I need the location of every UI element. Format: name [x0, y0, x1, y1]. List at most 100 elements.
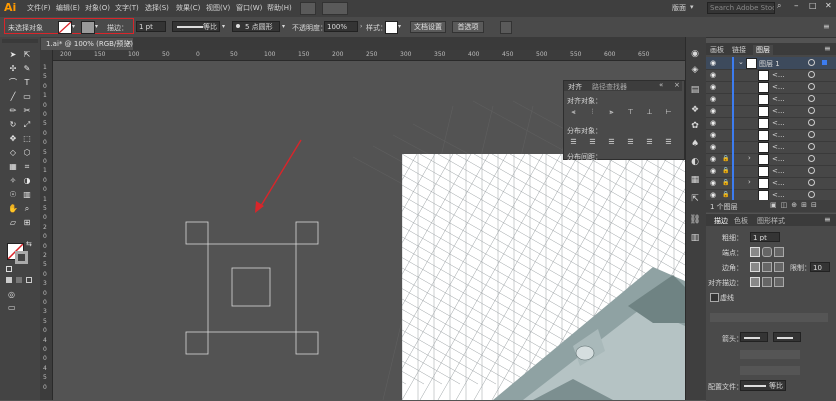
dist-top-icon[interactable]: ☰	[569, 138, 578, 146]
dist-hcenter-icon[interactable]: ☰	[645, 138, 654, 146]
document-setup-button[interactable]: 文档设置	[410, 21, 446, 33]
arrow-scale-fields[interactable]	[740, 350, 800, 359]
layer-name[interactable]: <...	[772, 155, 785, 163]
layer-name[interactable]: <...	[772, 119, 785, 127]
preferences-button[interactable]: 首选项	[452, 21, 484, 33]
tab-stroke[interactable]: 描边	[714, 216, 728, 226]
menu-window[interactable]: 窗口(W)	[236, 3, 262, 13]
tab-align[interactable]: 对齐	[568, 82, 582, 92]
appearance-icon[interactable]: ❖	[689, 104, 701, 116]
dist-bottom-icon[interactable]: ☰	[607, 138, 616, 146]
align-left-icon[interactable]: ⫷	[569, 108, 578, 116]
menu-file[interactable]: 文件(F)	[27, 3, 51, 13]
menu-view[interactable]: 视图(V)	[206, 3, 230, 13]
menu-object[interactable]: 对象(O)	[85, 3, 110, 13]
curvature-tool-icon[interactable]: T	[22, 78, 32, 87]
maximize-icon[interactable]: □	[809, 1, 817, 10]
default-colors-icon[interactable]	[6, 266, 12, 272]
target-icon[interactable]	[808, 179, 815, 186]
target-icon[interactable]	[808, 59, 815, 66]
target-icon[interactable]	[808, 83, 815, 90]
blend-tool-icon[interactable]: ▥	[22, 190, 32, 199]
visibility-eye-icon[interactable]: ◉	[710, 154, 719, 164]
dist-left-icon[interactable]: ☰	[626, 138, 635, 146]
layer-name[interactable]: <...	[772, 71, 785, 79]
direct-selection-tool-icon[interactable]: ⇱	[22, 50, 32, 59]
swap-colors-icon[interactable]: ⇆	[26, 240, 32, 248]
profile-select[interactable]: 等比	[740, 380, 786, 391]
chevron-right-icon[interactable]: ›	[360, 23, 362, 30]
menu-select[interactable]: 选择(S)	[145, 3, 169, 13]
layer-name[interactable]: <...	[772, 167, 785, 175]
variable-width-profile[interactable]: 等比	[172, 21, 220, 32]
transparency-icon[interactable]: ◐	[689, 156, 701, 168]
pencil-icon[interactable]: ↻	[8, 120, 18, 129]
close-tab-icon[interactable]: ×	[126, 39, 132, 47]
projecting-cap-icon[interactable]	[774, 247, 784, 257]
tab-layers[interactable]: 图层	[753, 45, 773, 55]
graphic-style-swatch[interactable]	[385, 21, 398, 34]
paintbrush-icon[interactable]: ✂	[22, 106, 32, 115]
target-icon[interactable]	[808, 131, 815, 138]
round-join-icon[interactable]	[762, 262, 772, 272]
align-center-icon[interactable]	[750, 277, 760, 287]
close-panel-icon[interactable]: ×	[674, 81, 680, 89]
target-icon[interactable]	[808, 95, 815, 102]
align-bottom-icon[interactable]: ⊢	[664, 108, 673, 116]
bridge-button[interactable]	[300, 2, 316, 15]
properties-icon[interactable]: ▤	[689, 84, 701, 96]
selection-tool-icon[interactable]: ➤	[8, 50, 18, 59]
layer-name[interactable]: <...	[772, 95, 785, 103]
stroke-weight-input[interactable]: 1 pt	[136, 21, 166, 32]
lock-icon[interactable]: 🔒	[722, 178, 731, 188]
dashed-line-checkbox[interactable]	[710, 293, 719, 302]
mesh-tool-icon[interactable]: ✧	[8, 176, 18, 185]
dist-vcenter-icon[interactable]: ☰	[588, 138, 597, 146]
tab-graphic-styles[interactable]: 图形样式	[757, 216, 785, 226]
brushes-icon[interactable]: ✿	[689, 120, 701, 132]
gradient-tool-icon[interactable]: ◑	[22, 176, 32, 185]
artboard-tool-icon[interactable]: ▱	[8, 218, 18, 227]
dist-right-icon[interactable]: ☰	[664, 138, 673, 146]
visibility-eye-icon[interactable]: ◉	[710, 142, 719, 152]
rectangle-tool-icon[interactable]: ✏	[8, 106, 18, 115]
lock-icon[interactable]: 🔒	[722, 166, 731, 176]
start-arrow-select[interactable]	[740, 332, 768, 342]
butt-cap-icon[interactable]	[750, 247, 760, 257]
chevron-down-icon[interactable]: ▾	[95, 23, 98, 30]
lock-icon[interactable]: 🔒	[722, 190, 731, 200]
visibility-eye-icon[interactable]: ◉	[710, 106, 719, 116]
target-icon[interactable]	[808, 167, 815, 174]
weight-input[interactable]: 1 pt	[750, 232, 780, 242]
slice-tool-icon[interactable]: ⊞	[22, 218, 32, 227]
layers-dock-icon[interactable]: ▦	[689, 174, 701, 186]
visibility-eye-icon[interactable]: ◉	[710, 94, 719, 104]
panel-menu-icon[interactable]: ≡	[824, 44, 831, 53]
rotate-tool-icon[interactable]: ✥	[8, 134, 18, 143]
chevron-down-icon[interactable]: ▾	[72, 23, 75, 30]
visibility-eye-icon[interactable]: ◉	[710, 190, 719, 200]
dash-gap-fields[interactable]	[710, 313, 828, 322]
chevron-right-icon[interactable]: ›	[748, 178, 751, 186]
align-outside-icon[interactable]	[774, 277, 784, 287]
chevron-down-icon[interactable]: ▾	[222, 23, 225, 30]
bevel-join-icon[interactable]	[774, 262, 784, 272]
search-icon[interactable]: ⌕	[777, 1, 781, 11]
visibility-eye-icon[interactable]: ◉	[710, 178, 719, 188]
chevron-right-icon[interactable]: ›	[748, 154, 751, 162]
eyedropper-icon[interactable]: ☉	[8, 190, 18, 199]
end-arrow-select[interactable]	[773, 332, 801, 342]
align-vcenter-icon[interactable]: ⊥	[645, 108, 654, 116]
width-tool-icon[interactable]: ◇	[8, 148, 18, 157]
visibility-eye-icon[interactable]: ◉	[710, 58, 719, 68]
toolbar-grip[interactable]	[2, 39, 38, 43]
symbol-sprayer-icon[interactable]: ✋	[8, 204, 18, 213]
layer-name[interactable]: 图层 1	[759, 59, 780, 69]
tab-links[interactable]: 链接	[732, 45, 746, 55]
visibility-eye-icon[interactable]: ◉	[710, 82, 719, 92]
chevron-down-icon[interactable]: ▾	[690, 3, 694, 11]
screen-mode-icon[interactable]: ▭	[8, 303, 16, 312]
color-guide-icon[interactable]: ◈	[689, 64, 701, 76]
lock-icon[interactable]: 🔒	[722, 154, 731, 164]
pen-tool-icon[interactable]: ⌒	[8, 78, 18, 87]
